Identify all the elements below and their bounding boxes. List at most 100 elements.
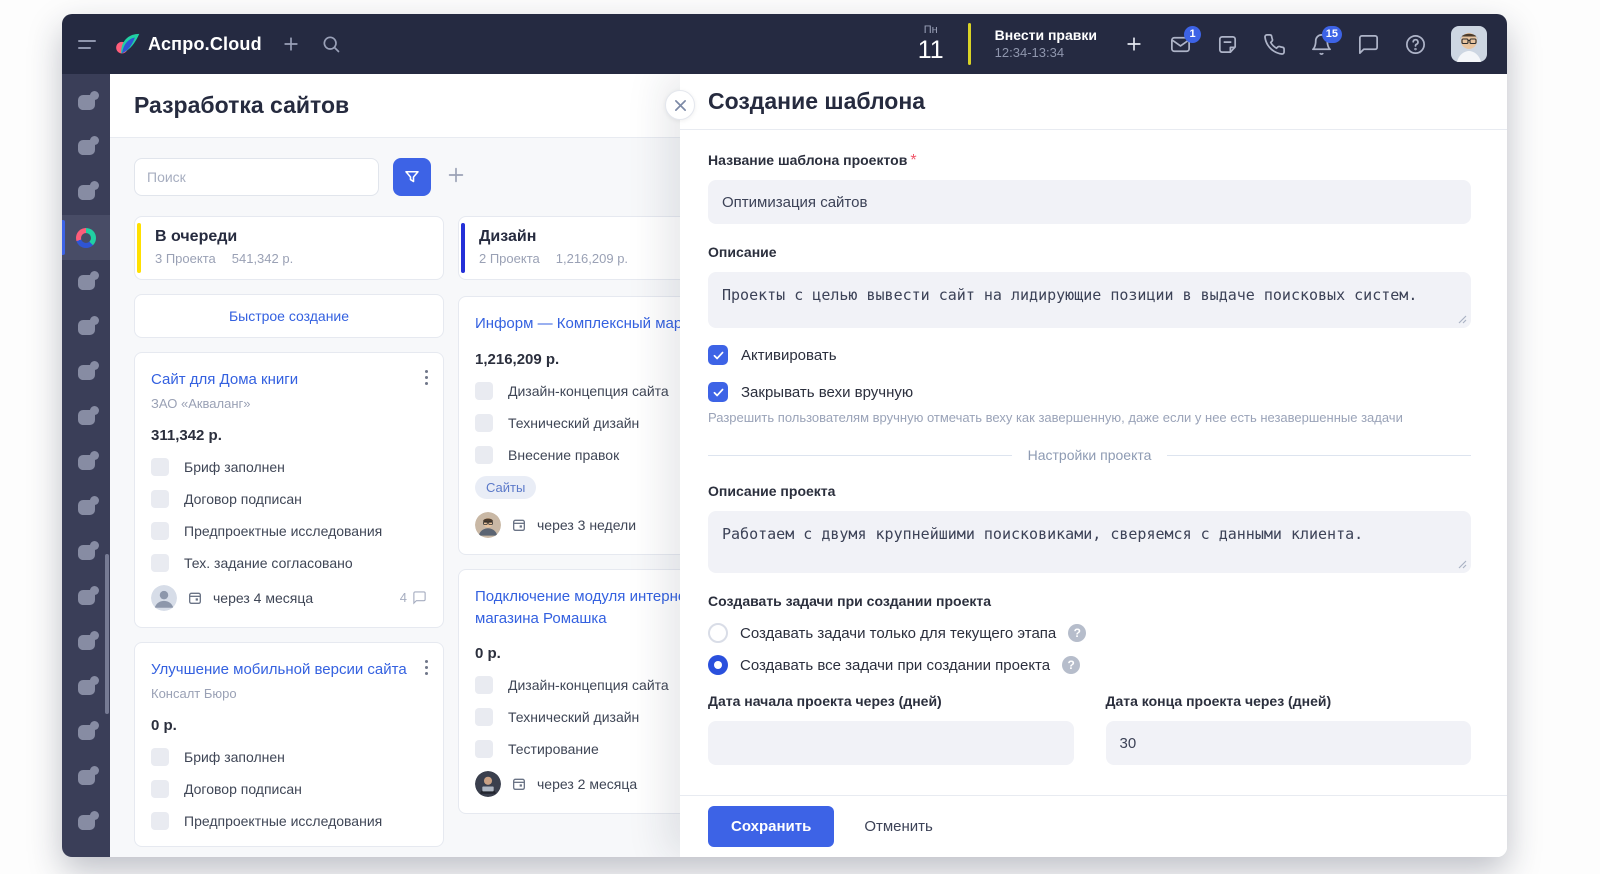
sidebar-item-12[interactable] [62,575,110,620]
task-checkbox[interactable] [151,811,169,830]
sidebar-item-17[interactable] [62,800,110,845]
phone-icon[interactable] [1263,33,1286,56]
card-title-link[interactable]: Сайт для Дома книги [151,369,427,391]
sidebar-item-7[interactable] [62,350,110,395]
task-checkbox[interactable] [151,779,169,798]
column-header[interactable]: В очереди 3 Проекта 541,342 р. [134,216,444,280]
task-checkbox[interactable] [151,553,169,572]
card-due: через 2 месяца [537,776,638,793]
chat-icon[interactable] [1357,33,1380,56]
search-icon[interactable] [320,33,342,55]
sidebar-item-6[interactable] [62,305,110,350]
sidebar-item-8[interactable] [62,395,110,440]
card-comments[interactable]: 4 [400,590,427,605]
user-avatar[interactable] [1451,26,1487,62]
close-milestones-checkbox[interactable] [708,382,728,402]
question-help-icon[interactable]: ? [1062,656,1081,674]
sidebar-item-16[interactable] [62,755,110,800]
screen: Аспро.Cloud Пн 11 Внести правки 12:34-13… [0,0,1600,874]
module-icon [77,136,99,155]
filter-button[interactable] [393,158,431,196]
sidebar [62,74,110,857]
cancel-button[interactable]: Отменить [864,818,933,835]
activate-checkbox[interactable] [708,345,728,365]
column-count: 3 Проекта [155,251,216,266]
radio-current-stage[interactable] [708,623,728,643]
calendar-icon [511,517,527,533]
sidebar-item-projects-active[interactable] [62,215,110,260]
note-icon[interactable] [1216,33,1239,56]
task-label: Бриф заполнен [184,458,285,475]
question-help-icon[interactable]: ? [1068,624,1087,642]
radio-current-stage-label: Создавать задачи только для текущего эта… [740,624,1057,642]
sidebar-item-9[interactable] [62,440,110,485]
sidebar-item-15[interactable] [62,710,110,755]
kebab-menu-icon[interactable] [425,370,428,385]
task-label: Внесение правок [508,446,620,463]
mail-icon[interactable]: 1 [1169,25,1201,56]
sidebar-item-2[interactable] [62,125,110,170]
sidebar-item-10[interactable] [62,485,110,530]
start-date-input[interactable] [708,721,1074,765]
section-title: Настройки проекта [1027,447,1152,463]
task-label: Договор подписан [184,780,302,797]
app-logo[interactable]: Аспро.Cloud [114,32,262,56]
kebab-menu-icon[interactable] [425,659,428,675]
upcoming-event[interactable]: Внести правки 12:34-13:34 [995,27,1097,61]
radio-all-tasks-selected[interactable] [708,655,728,675]
project-card[interactable]: Улучшение мобильной версии сайта Консалт… [134,641,444,847]
assignee-avatar[interactable] [475,771,501,798]
description-textarea[interactable]: Проекты с целью вывести сайт на лидирующ… [708,272,1471,328]
sidebar-item-14[interactable] [62,665,110,710]
template-name-input[interactable] [708,180,1471,224]
column-amount: 1,216,209 р. [555,251,629,266]
event-marker [967,23,971,65]
save-button[interactable]: Сохранить [708,806,835,847]
card-due: через 4 месяца [213,589,314,606]
sidebar-item-1[interactable] [62,80,110,125]
sidebar-item-13[interactable] [62,620,110,665]
close-icon[interactable] [665,90,695,120]
resize-grip-icon[interactable] [1458,560,1467,569]
template-creation-panel: Создание шаблона Название шаблона проект… [665,74,1507,857]
card-client: Консалт Бюро [151,685,237,701]
bell-badge: 15 [1321,25,1342,43]
bell-icon[interactable]: 15 [1310,25,1342,56]
help-icon[interactable] [1404,33,1427,56]
assignee-avatar[interactable] [475,511,501,538]
add-event-icon[interactable] [1123,33,1145,55]
section-divider: Настройки проекта [708,447,1471,463]
panel-footer: Сохранить Отменить [680,795,1507,857]
search-input[interactable] [134,158,379,196]
sidebar-item-3[interactable] [62,170,110,215]
sidebar-item-11[interactable] [62,530,110,575]
panel-header: Создание шаблона [665,74,1507,130]
add-column-icon[interactable] [445,164,467,191]
calendar-icon [187,590,203,606]
project-card[interactable]: Сайт для Дома книги ЗАО «Акваланг» 311,3… [134,352,444,628]
task-checkbox[interactable] [151,521,169,540]
task-checkbox[interactable] [151,747,169,766]
task-checkbox[interactable] [151,457,169,476]
end-date-input[interactable] [1105,721,1471,765]
resize-grip-icon[interactable] [1458,315,1467,324]
assignee-avatar[interactable] [151,584,177,611]
task-checkbox[interactable] [475,676,493,695]
task-checkbox[interactable] [475,413,493,432]
quick-create-button[interactable]: Быстрое создание [134,294,444,338]
sidebar-scrollbar[interactable] [105,554,109,714]
task-label: Тех. задание согласовано [184,554,353,571]
calendar-day-widget[interactable]: Пн 11 [918,25,944,63]
quick-add-icon[interactable] [280,33,302,55]
task-checkbox[interactable] [151,489,169,508]
card-tag[interactable]: Сайты [475,475,537,499]
project-description-textarea[interactable]: Работаем с двумя крупнейшими поисковикам… [708,511,1471,573]
task-checkbox[interactable] [475,445,493,464]
task-checkbox[interactable] [475,708,493,727]
task-checkbox[interactable] [475,381,493,400]
card-title-link[interactable]: Улучшение мобильной версии сайта [151,659,427,681]
sidebar-item-5[interactable] [62,260,110,305]
task-checkbox[interactable] [475,740,493,759]
topbar: Аспро.Cloud Пн 11 Внести правки 12:34-13… [62,14,1507,74]
menu-icon[interactable] [78,39,96,49]
